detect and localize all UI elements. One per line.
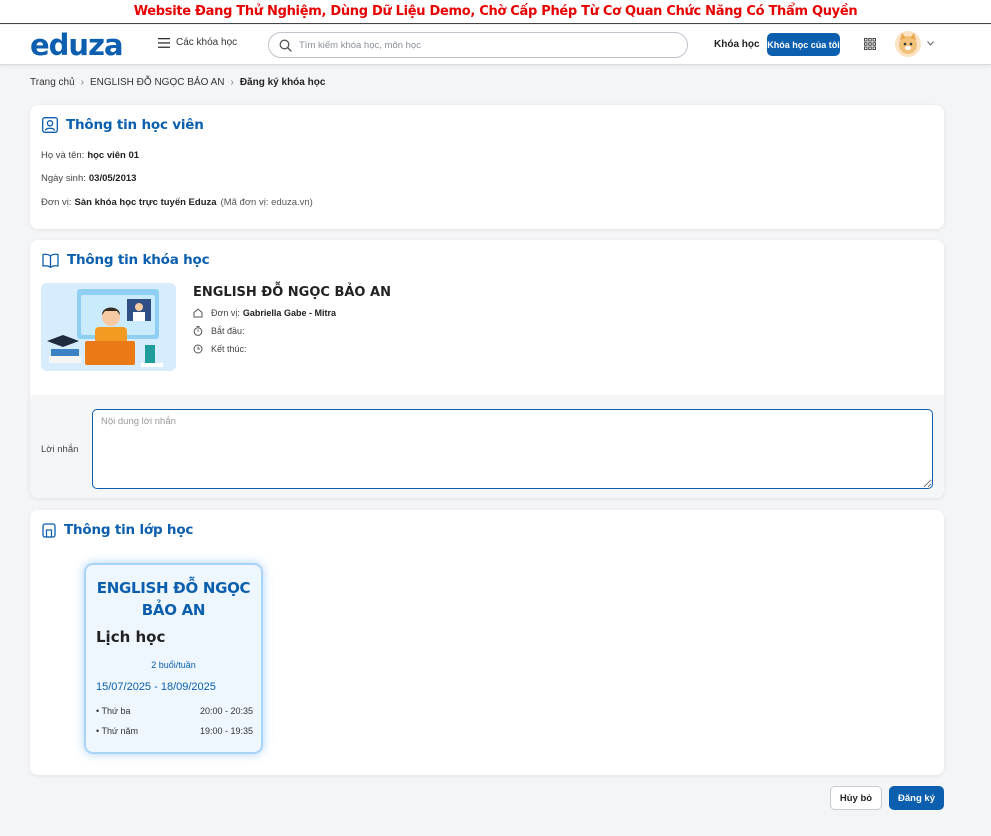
course-end-row: Kết thúc: (193, 344, 247, 354)
schedule-session-row: • Thứ năm 19:00 - 19:35 (96, 726, 253, 736)
online-learning-illustration (41, 283, 176, 371)
my-courses-button[interactable]: Khóa học của tôi (767, 33, 840, 56)
search-icon (279, 39, 292, 52)
course-thumbnail (41, 283, 176, 371)
class-name: ENGLISH ĐỖ NGỌC BẢO AN (96, 579, 251, 619)
clock-icon (193, 344, 203, 354)
schedule-frequency: 2 buổi/tuần (151, 660, 196, 670)
schedule-session-row: • Thứ ba 20:00 - 20:35 (96, 706, 253, 716)
course-name: ENGLISH ĐỖ NGỌC BẢO AN (193, 285, 391, 300)
chevron-down-icon[interactable] (927, 41, 934, 46)
chevron-right-icon: › (80, 77, 84, 88)
courses-menu-label: Các khóa học (176, 37, 238, 48)
course-unit-row: Đơn vị: Gabriella Gabe - Mitra (193, 308, 336, 318)
nav-courses-link[interactable]: Khóa học (714, 39, 760, 50)
demo-warning-banner: Website Đang Thử Nghiệm, Dùng Dữ Liệu De… (0, 0, 991, 24)
chevron-right-icon: › (230, 77, 234, 88)
course-info-card: Thông tin khóa học ENGLISH ĐỖ NGỌC BẢO A… (30, 240, 944, 498)
top-navbar: eduza Các khóa học Khóa học Khóa học của… (0, 25, 991, 65)
schedule-title: Lịch học (96, 628, 166, 646)
home-icon (193, 308, 203, 318)
open-book-icon (42, 253, 59, 268)
message-section: Lời nhắn (30, 395, 944, 498)
cat-avatar-icon (899, 33, 917, 54)
classroom-door-icon (42, 522, 56, 538)
courses-menu-button[interactable]: Các khóa học (158, 37, 237, 48)
course-info-title: Thông tin khóa học (42, 252, 210, 268)
student-info-card: Thông tin học viên Họ và tên: học viên 01… (30, 105, 944, 229)
student-dob-row: Ngày sinh: 03/05/2013 (41, 173, 137, 184)
class-info-title: Thông tin lớp học (42, 522, 193, 538)
student-name-row: Họ và tên: học viên 01 (41, 150, 140, 161)
user-profile-icon (42, 117, 58, 133)
schedule-date-range: 15/07/2025 - 18/09/2025 (96, 681, 216, 693)
student-info-title: Thông tin học viên (42, 117, 204, 133)
breadcrumb: Trang chủ › ENGLISH ĐỖ NGỌC BẢO AN › Đăn… (30, 77, 325, 88)
message-textarea[interactable] (92, 409, 933, 489)
message-label: Lời nhắn (41, 444, 79, 455)
class-option-card[interactable]: ENGLISH ĐỖ NGỌC BẢO AN Lịch học 2 buổi/t… (84, 563, 263, 754)
user-avatar[interactable] (895, 31, 921, 57)
class-info-card: Thông tin lớp học ENGLISH ĐỖ NGỌC BẢO AN… (30, 510, 944, 775)
menu-icon (158, 37, 170, 48)
eduza-logo[interactable]: eduza (30, 28, 124, 62)
search-input[interactable] (299, 39, 669, 51)
apps-grid-icon[interactable] (864, 38, 876, 50)
timer-icon (193, 326, 203, 336)
cancel-button[interactable]: Hủy bỏ (830, 786, 882, 810)
search-bar[interactable] (268, 32, 688, 58)
student-unit-row: Đơn vị: Sàn khóa học trực tuyến Eduza (Mã … (41, 197, 313, 208)
register-button[interactable]: Đăng ký (889, 786, 944, 810)
course-start-row: Bắt đầu: (193, 326, 245, 336)
breadcrumb-course[interactable]: ENGLISH ĐỖ NGỌC BẢO AN (90, 77, 224, 88)
breadcrumb-current: Đăng ký khóa học (239, 77, 326, 88)
breadcrumb-home[interactable]: Trang chủ (30, 77, 75, 88)
